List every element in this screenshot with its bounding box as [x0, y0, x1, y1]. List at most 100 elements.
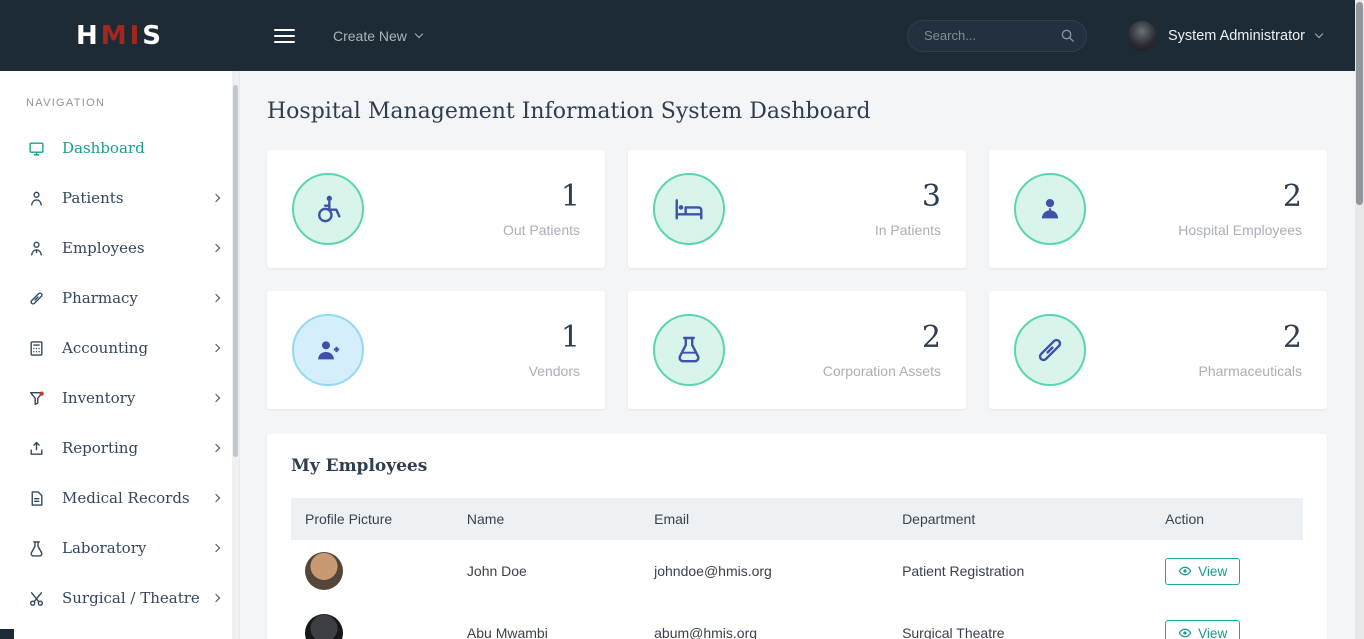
sidebar-item-reporting[interactable]: Reporting: [0, 423, 239, 473]
stat-value: 2: [823, 321, 941, 354]
flask-icon: [653, 314, 725, 386]
inventory-icon: [28, 390, 48, 407]
stat-label: In Patients: [875, 222, 941, 238]
sidebar-item-label: Accounting: [62, 339, 148, 357]
create-new-label: Create New: [333, 28, 407, 44]
stat-label: Out Patients: [503, 222, 580, 238]
stat-value: 2: [1178, 180, 1302, 213]
employee-icon: [1014, 173, 1086, 245]
search-icon[interactable]: [1060, 28, 1075, 48]
col-email: Email: [640, 498, 888, 540]
stat-label: Hospital Employees: [1178, 222, 1302, 238]
search-box: [907, 20, 1087, 52]
page-scrollbar-thumb[interactable]: [1356, 2, 1363, 205]
laboratory-icon: [28, 540, 48, 557]
employee-department: Patient Registration: [888, 540, 1151, 602]
sidebar-scrollbar-track[interactable]: [232, 71, 239, 639]
pill-icon: [1014, 314, 1086, 386]
stat-value: 3: [875, 180, 941, 213]
sidebar-item-medical-records[interactable]: Medical Records: [0, 473, 239, 523]
stat-label: Pharmaceuticals: [1199, 363, 1303, 379]
sidebar-item-label: Dashboard: [62, 139, 145, 157]
stat-card-corporation-assets: 2 Corporation Assets: [628, 291, 966, 409]
wheelchair-icon: [292, 173, 364, 245]
sidebar-item-inventory[interactable]: Inventory: [0, 373, 239, 423]
user-avatar: [1127, 21, 1157, 51]
sidebar-item-label: Medical Records: [62, 489, 190, 507]
reporting-icon: [28, 440, 48, 457]
sidebar-item-label: Laboratory: [62, 539, 146, 557]
employee-email: abum@hmis.org: [640, 602, 888, 639]
chevron-right-icon: [212, 594, 220, 602]
col-department: Department: [888, 498, 1151, 540]
stat-value: 2: [1199, 321, 1303, 354]
eye-icon: [1178, 626, 1192, 639]
scissors-icon: [28, 590, 48, 607]
bed-icon: [653, 173, 725, 245]
view-button[interactable]: View: [1165, 558, 1240, 585]
table-row: John Doe johndoe@hmis.org Patient Regist…: [291, 540, 1303, 602]
chevron-right-icon: [212, 544, 220, 552]
sidebar-item-pharmacy[interactable]: Pharmacy: [0, 273, 239, 323]
employee-name: Abu Mwambi: [453, 602, 640, 639]
employee-avatar: [305, 552, 343, 590]
sidebar: NAVIGATION Dashboard Patients Employees: [0, 71, 240, 639]
table-header-row: Profile Picture Name Email Department Ac…: [291, 498, 1303, 540]
user-menu[interactable]: System Administrator: [1127, 21, 1322, 51]
sidebar-item-employees[interactable]: Employees: [0, 223, 239, 273]
stat-card-hospital-employees: 2 Hospital Employees: [989, 150, 1327, 268]
employee-department: Surgical Theatre: [888, 602, 1151, 639]
my-employees-panel: My Employees Profile Picture Name Email …: [267, 434, 1327, 639]
stat-label: Vendors: [529, 363, 580, 379]
employee-name: John Doe: [453, 540, 640, 602]
employees-table: Profile Picture Name Email Department Ac…: [291, 498, 1303, 639]
employees-icon: [28, 240, 48, 257]
employee-avatar: [305, 614, 343, 639]
hamburger-menu-icon[interactable]: [270, 21, 299, 51]
chevron-right-icon: [212, 194, 220, 202]
stat-card-out-patients: 1 Out Patients: [267, 150, 605, 268]
patients-icon: [28, 190, 48, 207]
create-new-dropdown[interactable]: Create New: [333, 28, 422, 44]
stat-value: 1: [503, 180, 580, 213]
stats-grid: 1 Out Patients 3 In Patients 2: [267, 150, 1327, 409]
vendors-icon: [292, 314, 364, 386]
view-button-label: View: [1198, 564, 1227, 579]
col-action: Action: [1151, 498, 1303, 540]
stat-card-vendors: 1 Vendors: [267, 291, 605, 409]
sidebar-item-laboratory[interactable]: Laboratory: [0, 523, 239, 573]
stat-card-pharmaceuticals: 2 Pharmaceuticals: [989, 291, 1327, 409]
view-button-label: View: [1198, 626, 1227, 639]
pharmacy-icon: [28, 290, 48, 307]
sidebar-item-accounting[interactable]: Accounting: [0, 323, 239, 373]
view-button[interactable]: View: [1165, 620, 1240, 639]
topbar: HMIS Create New System Administrator: [0, 0, 1364, 71]
table-row: Abu Mwambi abum@hmis.org Surgical Theatr…: [291, 602, 1303, 639]
medical-records-icon: [28, 490, 48, 507]
sidebar-item-label: Surgical / Theatre: [62, 589, 200, 607]
chevron-down-icon: [415, 29, 423, 37]
sidebar-item-label: Pharmacy: [62, 289, 138, 307]
sidebar-scrollbar-thumb[interactable]: [233, 85, 238, 457]
chevron-right-icon: [212, 394, 220, 402]
chevron-right-icon: [212, 494, 220, 502]
eye-icon: [1178, 564, 1192, 578]
sidebar-item-patients[interactable]: Patients: [0, 173, 239, 223]
sidebar-item-dashboard[interactable]: Dashboard: [0, 123, 239, 173]
sidebar-bottom-strip: [0, 629, 14, 639]
chevron-right-icon: [212, 344, 220, 352]
sidebar-item-label: Inventory: [62, 389, 135, 407]
main-content: Hospital Management Information System D…: [240, 71, 1364, 639]
dashboard-icon: [28, 140, 48, 157]
chevron-right-icon: [212, 444, 220, 452]
app-logo[interactable]: HMIS: [76, 21, 164, 51]
sidebar-item-label: Employees: [62, 239, 145, 257]
col-name: Name: [453, 498, 640, 540]
page-scrollbar-track[interactable]: [1355, 0, 1364, 639]
sidebar-item-surgical-theatre[interactable]: Surgical / Theatre: [0, 573, 239, 623]
sidebar-item-label: Patients: [62, 189, 123, 207]
logo-wrap: HMIS: [0, 21, 240, 51]
accounting-icon: [28, 340, 48, 357]
stat-card-in-patients: 3 In Patients: [628, 150, 966, 268]
chevron-right-icon: [212, 294, 220, 302]
